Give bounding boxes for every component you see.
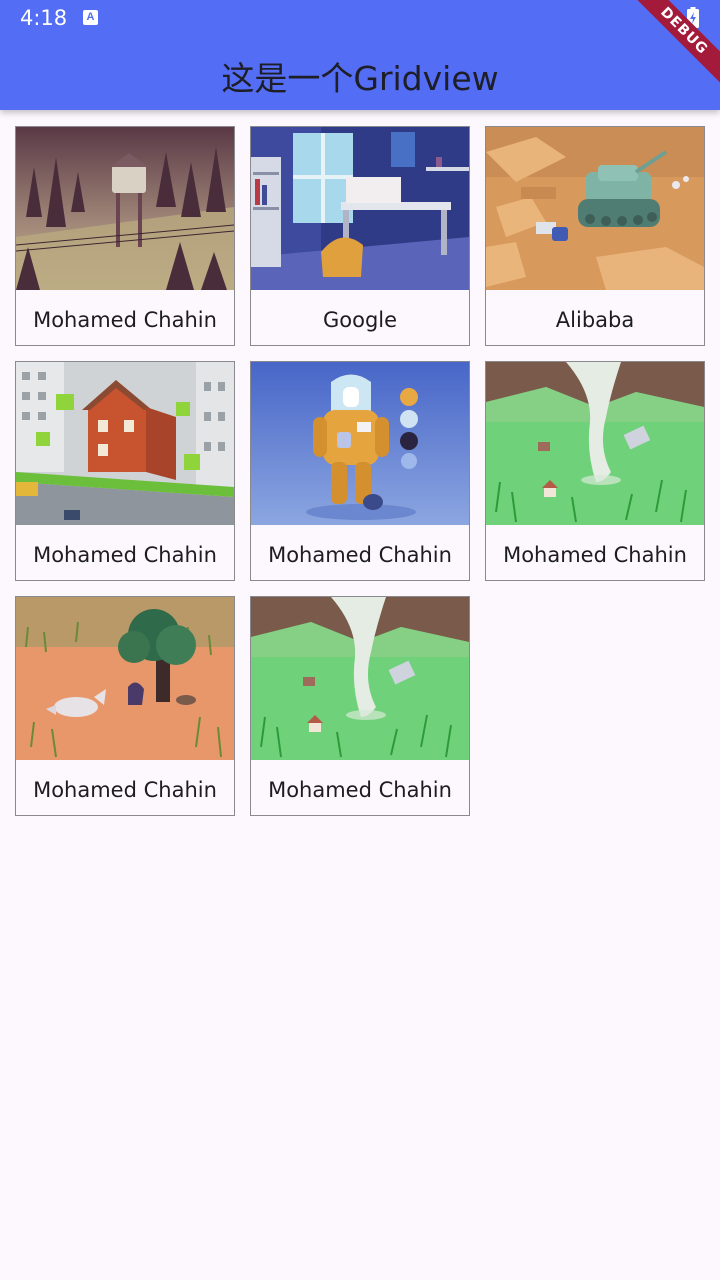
card-label: Mohamed Chahin bbox=[33, 308, 217, 332]
isometric-city-house-illustration bbox=[16, 362, 234, 525]
grid-card[interactable]: Google bbox=[250, 126, 470, 346]
desert-tree-creature-illustration bbox=[16, 597, 234, 760]
card-label: Mohamed Chahin bbox=[33, 543, 217, 567]
page-title: 这是一个Gridview bbox=[221, 59, 499, 98]
tornado-field-illustration bbox=[486, 362, 704, 525]
astronaut-character-illustration bbox=[251, 362, 469, 525]
grid-card[interactable]: Mohamed Chahin bbox=[250, 361, 470, 581]
debug-ribbon-label: DEBUG bbox=[626, 0, 720, 89]
grid-card[interactable]: Alibaba bbox=[485, 126, 705, 346]
forest-water-tower-illustration bbox=[16, 127, 234, 290]
card-label: Mohamed Chahin bbox=[503, 543, 687, 567]
grid-card[interactable]: Mohamed Chahin bbox=[250, 596, 470, 816]
grid-view[interactable]: Mohamed Chahin Google Alibaba Mohamed Ch… bbox=[15, 126, 705, 816]
card-label: Mohamed Chahin bbox=[268, 543, 452, 567]
status-bar: 4:18 bbox=[0, 0, 720, 38]
card-label: Alibaba bbox=[555, 308, 635, 332]
debug-banner: DEBUG bbox=[620, 0, 720, 100]
tornado-field-illustration bbox=[251, 597, 469, 760]
isometric-desk-room-illustration bbox=[251, 127, 469, 290]
desert-tank-illustration bbox=[486, 127, 704, 290]
status-time: 4:18 bbox=[20, 6, 68, 30]
grid-card[interactable]: Mohamed Chahin bbox=[15, 361, 235, 581]
app-bar: 4:18 这是一个Gridview DEBUG bbox=[0, 0, 720, 110]
card-label: Google bbox=[322, 308, 398, 332]
a-notification-icon bbox=[83, 10, 98, 25]
grid-card[interactable]: Mohamed Chahin bbox=[15, 596, 235, 816]
card-label: Mohamed Chahin bbox=[268, 778, 452, 802]
grid-card[interactable]: Mohamed Chahin bbox=[15, 126, 235, 346]
grid-card[interactable]: Mohamed Chahin bbox=[485, 361, 705, 581]
card-label: Mohamed Chahin bbox=[33, 778, 217, 802]
